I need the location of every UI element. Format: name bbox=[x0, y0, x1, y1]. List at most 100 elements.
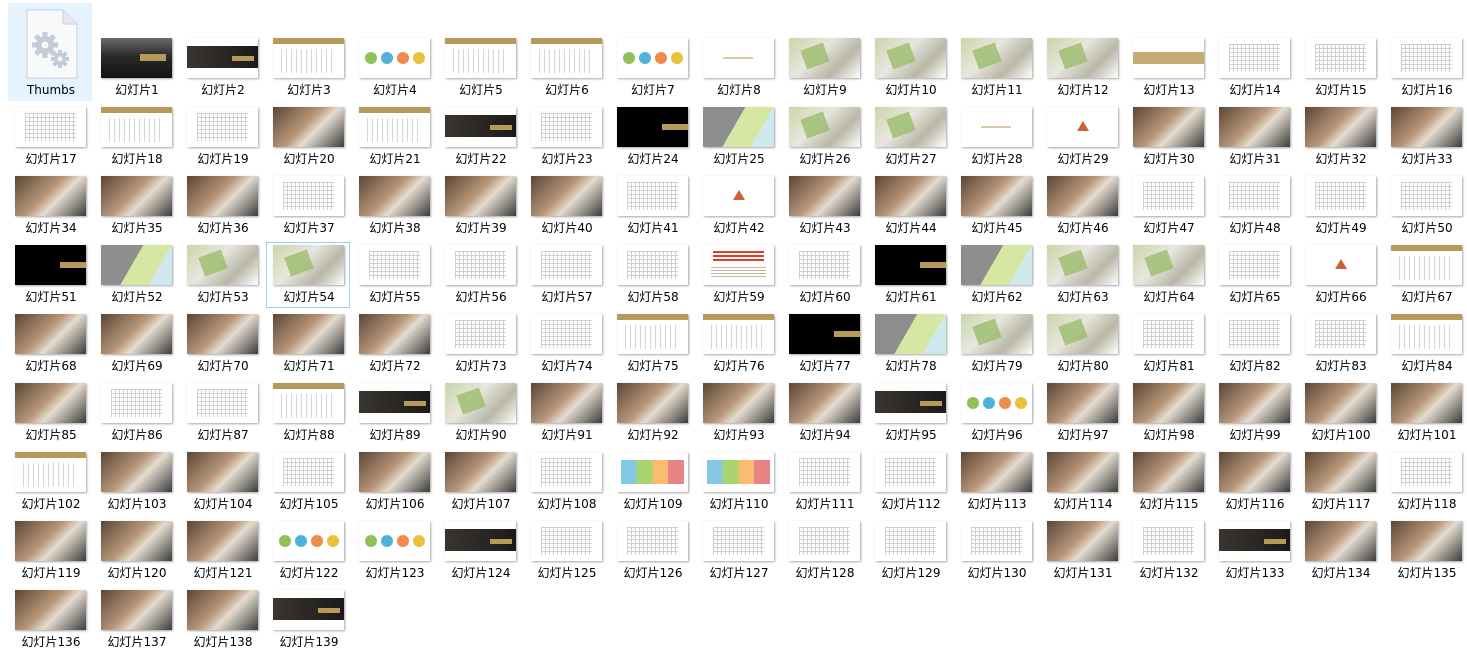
file-item-slide-91[interactable]: 幻灯片91 bbox=[524, 380, 608, 446]
file-item-slide-6[interactable]: 幻灯片6 bbox=[524, 35, 608, 101]
file-item-slide-56[interactable]: 幻灯片56 bbox=[438, 242, 522, 308]
file-item-slide-120[interactable]: 幻灯片120 bbox=[94, 518, 178, 584]
file-item-slide-66[interactable]: 幻灯片66 bbox=[1298, 242, 1382, 308]
file-item-slide-72[interactable]: 幻灯片72 bbox=[352, 311, 436, 377]
file-item-slide-23[interactable]: 幻灯片23 bbox=[524, 104, 608, 170]
file-item-slide-89[interactable]: 幻灯片89 bbox=[352, 380, 436, 446]
file-item-slide-59[interactable]: 幻灯片59 bbox=[696, 242, 780, 308]
file-item-slide-33[interactable]: 幻灯片33 bbox=[1384, 104, 1467, 170]
file-item-slide-86[interactable]: 幻灯片86 bbox=[94, 380, 178, 446]
file-item-slide-80[interactable]: 幻灯片80 bbox=[1040, 311, 1124, 377]
file-item-slide-44[interactable]: 幻灯片44 bbox=[868, 173, 952, 239]
file-item-slide-51[interactable]: 幻灯片51 bbox=[8, 242, 92, 308]
file-item-slide-139[interactable]: 幻灯片139 bbox=[266, 587, 350, 653]
file-item-slide-105[interactable]: 幻灯片105 bbox=[266, 449, 350, 515]
file-item-slide-101[interactable]: 幻灯片101 bbox=[1384, 380, 1467, 446]
file-item-slide-131[interactable]: 幻灯片131 bbox=[1040, 518, 1124, 584]
file-item-slide-133[interactable]: 幻灯片133 bbox=[1212, 518, 1296, 584]
file-item-slide-13[interactable]: 幻灯片13 bbox=[1126, 35, 1210, 101]
file-item-slide-123[interactable]: 幻灯片123 bbox=[352, 518, 436, 584]
file-item-slide-32[interactable]: 幻灯片32 bbox=[1298, 104, 1382, 170]
file-item-slide-7[interactable]: 幻灯片7 bbox=[610, 35, 694, 101]
file-item-slide-97[interactable]: 幻灯片97 bbox=[1040, 380, 1124, 446]
file-item-slide-31[interactable]: 幻灯片31 bbox=[1212, 104, 1296, 170]
file-item-slide-78[interactable]: 幻灯片78 bbox=[868, 311, 952, 377]
file-item-slide-85[interactable]: 幻灯片85 bbox=[8, 380, 92, 446]
file-item-slide-135[interactable]: 幻灯片135 bbox=[1384, 518, 1467, 584]
file-item-slide-53[interactable]: 幻灯片53 bbox=[180, 242, 264, 308]
file-item-slide-2[interactable]: 幻灯片2 bbox=[180, 35, 264, 101]
file-item-slide-62[interactable]: 幻灯片62 bbox=[954, 242, 1038, 308]
file-item-slide-100[interactable]: 幻灯片100 bbox=[1298, 380, 1382, 446]
file-item-slide-106[interactable]: 幻灯片106 bbox=[352, 449, 436, 515]
file-item-slide-87[interactable]: 幻灯片87 bbox=[180, 380, 264, 446]
file-item-slide-138[interactable]: 幻灯片138 bbox=[180, 587, 264, 653]
file-item-slide-64[interactable]: 幻灯片64 bbox=[1126, 242, 1210, 308]
file-item-slide-16[interactable]: 幻灯片16 bbox=[1384, 35, 1467, 101]
file-item-slide-90[interactable]: 幻灯片90 bbox=[438, 380, 522, 446]
file-item-slide-12[interactable]: 幻灯片12 bbox=[1040, 35, 1124, 101]
file-item-slide-26[interactable]: 幻灯片26 bbox=[782, 104, 866, 170]
file-item-slide-124[interactable]: 幻灯片124 bbox=[438, 518, 522, 584]
file-item-slide-107[interactable]: 幻灯片107 bbox=[438, 449, 522, 515]
file-item-slide-63[interactable]: 幻灯片63 bbox=[1040, 242, 1124, 308]
file-item-slide-128[interactable]: 幻灯片128 bbox=[782, 518, 866, 584]
file-item-slide-58[interactable]: 幻灯片58 bbox=[610, 242, 694, 308]
file-item-slide-74[interactable]: 幻灯片74 bbox=[524, 311, 608, 377]
file-item-slide-54[interactable]: 幻灯片54 bbox=[266, 242, 350, 308]
file-item-slide-19[interactable]: 幻灯片19 bbox=[180, 104, 264, 170]
file-item-slide-108[interactable]: 幻灯片108 bbox=[524, 449, 608, 515]
file-item-slide-67[interactable]: 幻灯片67 bbox=[1384, 242, 1467, 308]
file-item-slide-20[interactable]: 幻灯片20 bbox=[266, 104, 350, 170]
file-item-slide-98[interactable]: 幻灯片98 bbox=[1126, 380, 1210, 446]
file-item-slide-70[interactable]: 幻灯片70 bbox=[180, 311, 264, 377]
file-item-slide-17[interactable]: 幻灯片17 bbox=[8, 104, 92, 170]
file-item-slide-127[interactable]: 幻灯片127 bbox=[696, 518, 780, 584]
file-item-slide-71[interactable]: 幻灯片71 bbox=[266, 311, 350, 377]
file-item-slide-30[interactable]: 幻灯片30 bbox=[1126, 104, 1210, 170]
file-item-slide-25[interactable]: 幻灯片25 bbox=[696, 104, 780, 170]
file-item-slide-22[interactable]: 幻灯片22 bbox=[438, 104, 522, 170]
file-item-slide-1[interactable]: 幻灯片1 bbox=[94, 35, 178, 101]
file-item-slide-112[interactable]: 幻灯片112 bbox=[868, 449, 952, 515]
file-item-slide-122[interactable]: 幻灯片122 bbox=[266, 518, 350, 584]
file-item-slide-38[interactable]: 幻灯片38 bbox=[352, 173, 436, 239]
file-item-slide-117[interactable]: 幻灯片117 bbox=[1298, 449, 1382, 515]
file-item-slide-82[interactable]: 幻灯片82 bbox=[1212, 311, 1296, 377]
file-item-slide-81[interactable]: 幻灯片81 bbox=[1126, 311, 1210, 377]
file-item-slide-102[interactable]: 幻灯片102 bbox=[8, 449, 92, 515]
file-item-slide-76[interactable]: 幻灯片76 bbox=[696, 311, 780, 377]
file-item-slide-36[interactable]: 幻灯片36 bbox=[180, 173, 264, 239]
file-item-slide-114[interactable]: 幻灯片114 bbox=[1040, 449, 1124, 515]
file-item-slide-73[interactable]: 幻灯片73 bbox=[438, 311, 522, 377]
file-item-slide-79[interactable]: 幻灯片79 bbox=[954, 311, 1038, 377]
file-item-slide-84[interactable]: 幻灯片84 bbox=[1384, 311, 1467, 377]
file-item-slide-119[interactable]: 幻灯片119 bbox=[8, 518, 92, 584]
file-item-slide-94[interactable]: 幻灯片94 bbox=[782, 380, 866, 446]
file-item-slide-43[interactable]: 幻灯片43 bbox=[782, 173, 866, 239]
file-item-slide-113[interactable]: 幻灯片113 bbox=[954, 449, 1038, 515]
file-item-slide-134[interactable]: 幻灯片134 bbox=[1298, 518, 1382, 584]
file-item-slide-103[interactable]: 幻灯片103 bbox=[94, 449, 178, 515]
file-item-slide-42[interactable]: 幻灯片42 bbox=[696, 173, 780, 239]
file-item-slide-11[interactable]: 幻灯片11 bbox=[954, 35, 1038, 101]
file-item-slide-75[interactable]: 幻灯片75 bbox=[610, 311, 694, 377]
file-item-slide-41[interactable]: 幻灯片41 bbox=[610, 173, 694, 239]
file-item-slide-14[interactable]: 幻灯片14 bbox=[1212, 35, 1296, 101]
file-item-slide-115[interactable]: 幻灯片115 bbox=[1126, 449, 1210, 515]
file-item-slide-47[interactable]: 幻灯片47 bbox=[1126, 173, 1210, 239]
file-item-slide-68[interactable]: 幻灯片68 bbox=[8, 311, 92, 377]
file-item-slide-39[interactable]: 幻灯片39 bbox=[438, 173, 522, 239]
file-item-slide-57[interactable]: 幻灯片57 bbox=[524, 242, 608, 308]
file-item-slide-3[interactable]: 幻灯片3 bbox=[266, 35, 350, 101]
file-item-slide-45[interactable]: 幻灯片45 bbox=[954, 173, 1038, 239]
file-item-slide-5[interactable]: 幻灯片5 bbox=[438, 35, 522, 101]
file-item-slide-109[interactable]: 幻灯片109 bbox=[610, 449, 694, 515]
file-item-slide-65[interactable]: 幻灯片65 bbox=[1212, 242, 1296, 308]
file-item-slide-50[interactable]: 幻灯片50 bbox=[1384, 173, 1467, 239]
file-item-slide-48[interactable]: 幻灯片48 bbox=[1212, 173, 1296, 239]
file-item-slide-40[interactable]: 幻灯片40 bbox=[524, 173, 608, 239]
file-item-slide-121[interactable]: 幻灯片121 bbox=[180, 518, 264, 584]
file-item-slide-29[interactable]: 幻灯片29 bbox=[1040, 104, 1124, 170]
file-item-slide-69[interactable]: 幻灯片69 bbox=[94, 311, 178, 377]
